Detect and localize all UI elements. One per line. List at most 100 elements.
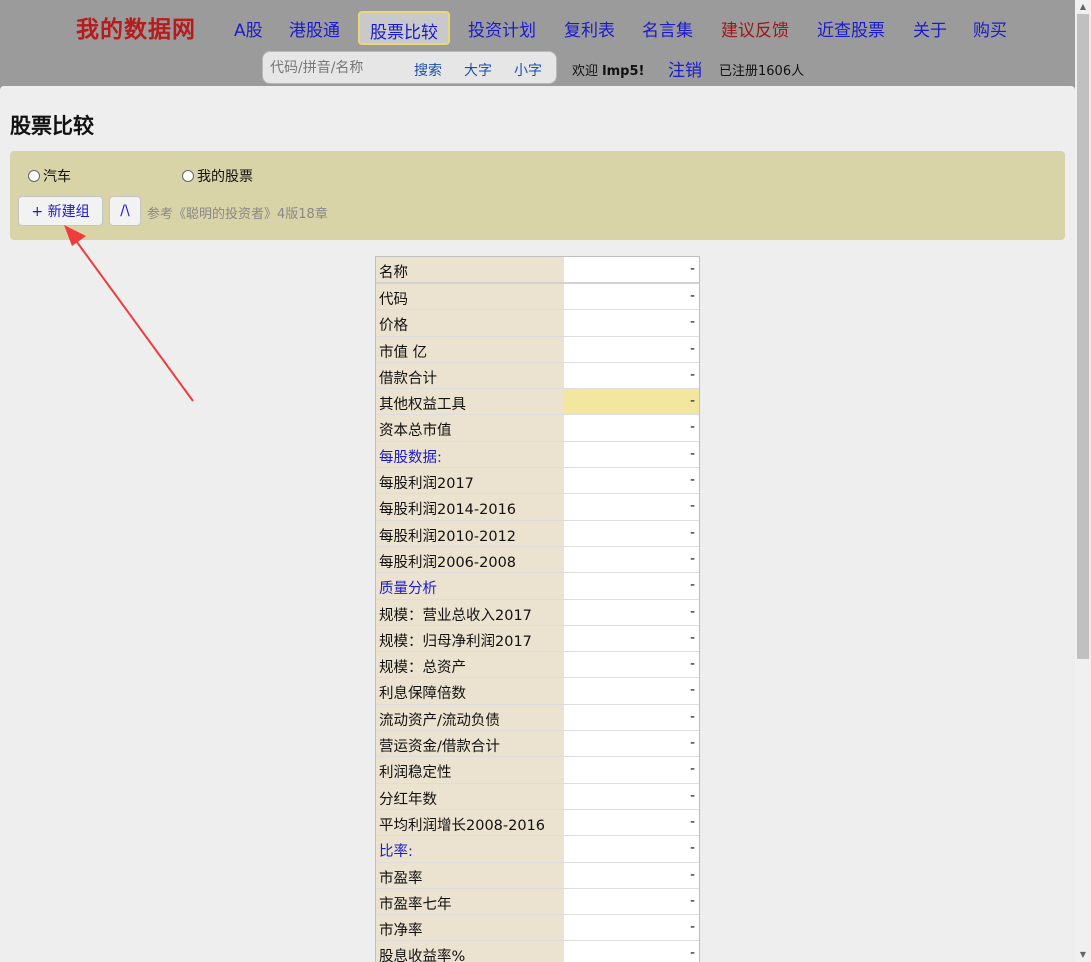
collapse-button[interactable]: /\ — [109, 196, 141, 226]
table-row: 营运资金/借款合计 - — [376, 731, 699, 758]
row-value: - — [564, 783, 699, 809]
table-row: 市盈率七年 - — [376, 888, 699, 916]
search-input[interactable] — [270, 58, 410, 78]
nav-feedback[interactable]: 建议反馈 — [721, 16, 789, 41]
row-label: 每股利润2017 — [376, 468, 564, 494]
row-value: - — [564, 652, 699, 678]
row-label: 利润稳定性 — [376, 757, 564, 783]
table-row: 规模：总资产 - — [376, 652, 699, 679]
row-label: 每股利润2006-2008 — [376, 546, 564, 573]
row-label: 市净率 — [376, 915, 564, 941]
nav-buy[interactable]: 购买 — [973, 16, 1007, 41]
table-row: 规模：营业总收入2017- — [376, 599, 699, 626]
row-value: - — [564, 915, 699, 941]
username: lmp5! — [602, 64, 645, 79]
row-value: - — [564, 441, 699, 468]
large-font-button[interactable]: 大字 — [464, 60, 492, 80]
row-label: 其他权益工具 — [376, 389, 564, 415]
row-label: 每股利润2010-2012 — [376, 520, 564, 546]
row-label: 每股利润2014-2016 — [376, 494, 564, 520]
row-label: 利息保障倍数 — [376, 678, 564, 704]
nav-hk-connect[interactable]: 港股通 — [289, 16, 340, 41]
row-value: - — [564, 468, 699, 494]
table-row: 每股数据: - — [376, 441, 699, 469]
scroll-up-icon[interactable]: ▲ — [1078, 2, 1088, 11]
row-label: 股息收益率% — [376, 941, 564, 962]
row-value: - — [564, 941, 699, 962]
table-row: 其他权益工具 - — [376, 389, 699, 416]
nav-about[interactable]: 关于 — [913, 16, 947, 41]
group-panel: 汽车 我的股票 + 新建组 /\ 参考《聪明的投资者》4版18章 — [10, 151, 1065, 240]
table-row: 市盈率 - — [376, 862, 699, 889]
page-title: 股票比较 — [10, 114, 94, 138]
row-label: 市盈率 — [376, 862, 564, 888]
table-row: 质量分析 - — [376, 573, 699, 600]
row-label: 价格 — [376, 310, 564, 336]
table-row: 每股利润2010-2012- — [376, 520, 699, 547]
row-value: - — [564, 731, 699, 757]
table-row: 流动资产/流动负债 - — [376, 704, 699, 732]
nav-recent-stocks[interactable]: 近查股票 — [817, 16, 885, 41]
table-row: 借款合计 - — [376, 362, 699, 390]
table-row: 资本总市值 - — [376, 415, 699, 442]
table-row: 利息保障倍数 - — [376, 678, 699, 705]
welcome-text: 欢迎 lmp5! — [572, 60, 644, 79]
group-radio-my-stocks[interactable]: 我的股票 — [182, 166, 253, 186]
row-label: 平均利润增长2008-2016 — [376, 809, 564, 836]
row-label: 每股数据: — [376, 441, 564, 468]
scrollbar-thumb[interactable] — [1077, 14, 1089, 659]
nav-investment-plan[interactable]: 投资计划 — [468, 16, 536, 41]
table-row: 平均利润增长2008-2016- — [376, 809, 699, 837]
row-value: - — [564, 284, 699, 310]
logout-link[interactable]: 注销 — [668, 56, 702, 81]
table-row: 每股利润2006-2008- — [376, 546, 699, 574]
group-label: 汽车 — [43, 169, 71, 185]
row-value: - — [564, 888, 699, 915]
nav-stock-compare[interactable]: 股票比较 — [358, 11, 450, 45]
small-font-button[interactable]: 小字 — [514, 60, 542, 80]
registered-count: 已注册1606人 — [719, 64, 805, 79]
row-value: - — [564, 362, 699, 389]
table-row: 每股利润2017- — [376, 468, 699, 495]
row-value: - — [564, 389, 699, 415]
search-box: 搜索 大字 小字 — [262, 51, 557, 84]
row-value: - — [564, 257, 699, 282]
row-label: 分红年数 — [376, 783, 564, 809]
row-label: 资本总市值 — [376, 415, 564, 441]
site-brand[interactable]: 我的数据网 — [76, 10, 196, 44]
row-label: 规模：归母净利润2017 — [376, 625, 564, 652]
radio-icon[interactable] — [182, 170, 194, 182]
table-row: 市值 亿- — [376, 336, 699, 363]
row-label: 营运资金/借款合计 — [376, 731, 564, 757]
group-radio-car[interactable]: 汽车 — [28, 166, 71, 186]
row-value: - — [564, 546, 699, 573]
table-row: 每股利润2014-2016- — [376, 494, 699, 521]
group-label: 我的股票 — [197, 169, 253, 185]
row-value: - — [564, 520, 699, 546]
nav-compound-table[interactable]: 复利表 — [564, 16, 615, 41]
reference-note: 参考《聪明的投资者》4版18章 — [147, 207, 328, 222]
new-group-button[interactable]: + 新建组 — [18, 196, 103, 226]
row-value: - — [564, 573, 699, 599]
scroll-down-icon[interactable]: ▼ — [1078, 950, 1088, 959]
row-value: - — [564, 494, 699, 520]
nav-a-shares[interactable]: A股 — [234, 16, 263, 41]
row-label: 借款合计 — [376, 362, 564, 389]
row-value: - — [564, 704, 699, 731]
table-row: 利润稳定性 - — [376, 757, 699, 784]
radio-icon[interactable] — [28, 170, 40, 182]
comparison-table: 名称 - 代码 - 价格 - 市值 亿 - 借款合计 - 其他权益工具 - 资本总市值 - 每股数据: - 每股… — [375, 256, 700, 962]
row-label: 比率: — [376, 836, 564, 862]
table-row: 分红年数 - — [376, 783, 699, 810]
search-button[interactable]: 搜索 — [414, 60, 442, 80]
row-label: 流动资产/流动负债 — [376, 704, 564, 731]
site-header: 我的数据网 A股 港股通 股票比较 投资计划 复利表 名言集 建议反馈 近查股票… — [0, 0, 1091, 86]
row-value: - — [564, 336, 699, 362]
row-value: - — [564, 757, 699, 783]
row-label: 名称 — [376, 257, 564, 282]
row-value: - — [564, 809, 699, 836]
row-value: - — [564, 678, 699, 704]
nav-quotes[interactable]: 名言集 — [642, 16, 693, 41]
row-value: - — [564, 836, 699, 862]
row-label: 规模：营业总收入2017 — [376, 599, 564, 625]
